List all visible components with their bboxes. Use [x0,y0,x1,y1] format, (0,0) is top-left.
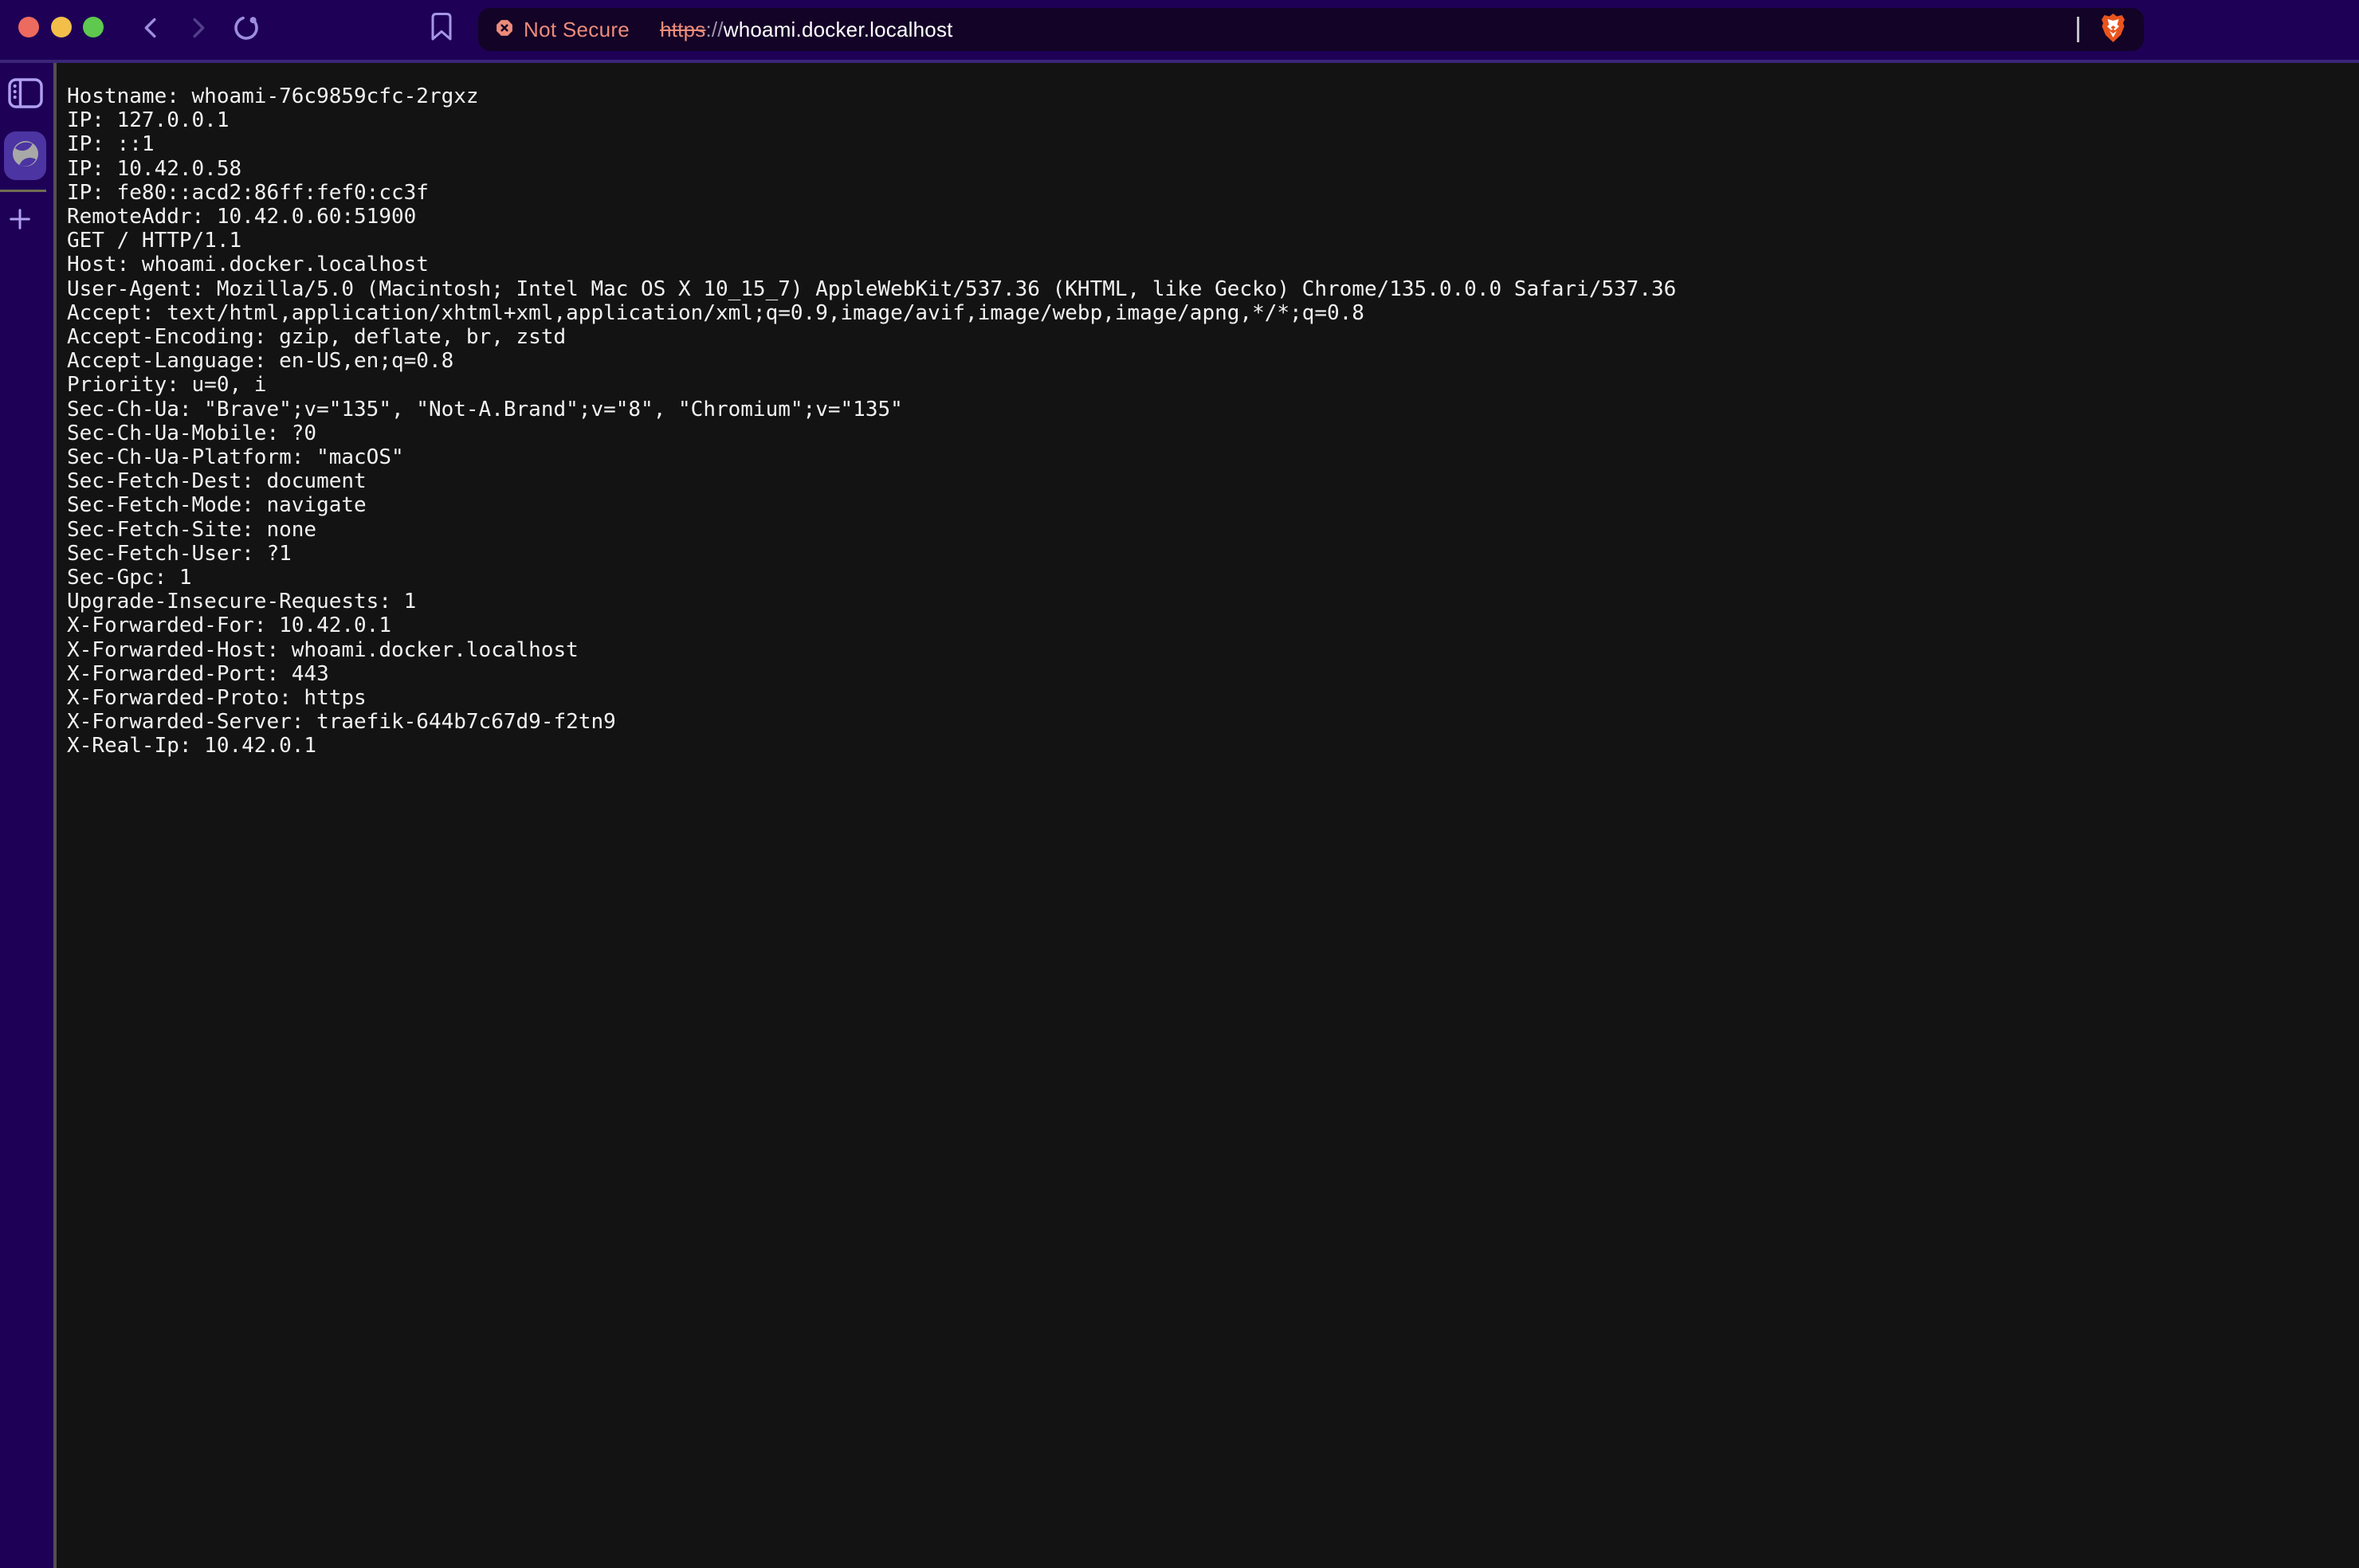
chevron-right-icon [183,13,213,47]
forward-button[interactable] [182,14,214,45]
sidebar-tab-active[interactable] [4,131,46,180]
security-badge-label: Not Secure [524,18,630,42]
reload-button[interactable] [230,14,262,45]
maximize-window-button[interactable] [83,17,104,37]
bookmark-icon [430,12,453,45]
url-scheme: https [660,18,705,41]
whoami-response-text: Hostname: whoami-76c9859cfc-2rgxz IP: 12… [57,63,2359,759]
back-button[interactable] [135,14,167,45]
reload-icon [230,12,262,48]
sidebar-divider [0,190,46,192]
brave-shields-button[interactable] [2100,13,2126,47]
new-tab-button[interactable] [8,209,32,233]
plus-icon [8,207,32,235]
not-secure-icon [496,19,513,41]
page-content: Hostname: whoami-76c9859cfc-2rgxz IP: 12… [57,63,2359,1568]
minimize-window-button[interactable] [51,17,72,37]
globe-icon [11,139,40,172]
bookmark-button[interactable] [427,13,456,45]
brave-lion-icon [2100,13,2126,47]
close-window-button[interactable] [18,17,39,37]
address-bar[interactable]: Not Secure https://whoami.docker.localho… [478,8,2144,51]
panel-toggle-icon [8,78,43,112]
url-separator: :// [705,18,723,41]
url-bar-divider [2077,17,2079,42]
url-host: whoami.docker.localhost [724,18,953,41]
sidebar-toggle-button[interactable] [7,79,44,111]
url-text: https://whoami.docker.localhost [660,18,953,42]
chevron-left-icon [136,13,167,47]
security-badge[interactable]: Not Secure [496,18,630,42]
browser-window: Not Secure https://whoami.docker.localho… [0,0,2359,1568]
sidebar [0,63,53,1568]
browser-toolbar: Not Secure https://whoami.docker.localho… [0,0,2359,60]
